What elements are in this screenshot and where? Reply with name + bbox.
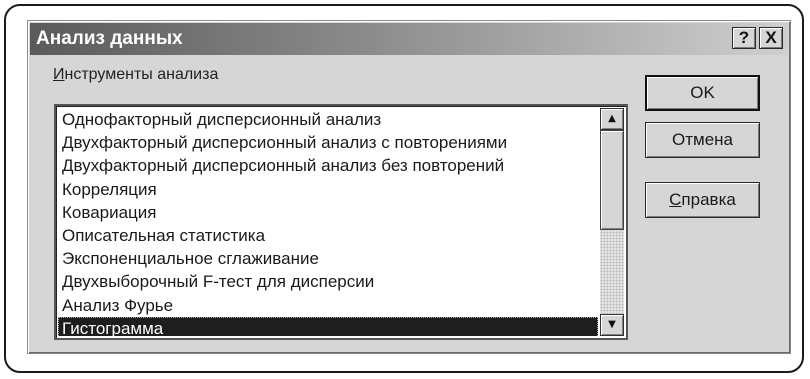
list-item[interactable]: Экспоненциальное сглаживание xyxy=(58,247,598,270)
tools-label: Инструменты анализа xyxy=(53,66,219,83)
list-item[interactable]: Двухфакторный дисперсионный анализ без п… xyxy=(58,154,598,177)
list-scrollbar[interactable]: ▲ ▼ xyxy=(600,108,624,336)
help-icon[interactable]: ? xyxy=(732,27,756,49)
dialog-title: Анализ данных xyxy=(36,28,183,49)
analysis-dialog: Анализ данных ? X Инструменты анализа Од… xyxy=(27,20,791,354)
list-item[interactable]: Однофакторный дисперсионный анализ xyxy=(58,108,598,131)
tools-listbox[interactable]: Однофакторный дисперсионный анализ Двухфа… xyxy=(54,104,628,340)
list-item[interactable]: Корреляция xyxy=(58,178,598,201)
close-icon[interactable]: X xyxy=(759,27,783,49)
list-item[interactable]: Анализ Фурье xyxy=(58,294,598,317)
list-item[interactable]: Ковариация xyxy=(58,201,598,224)
help-button[interactable]: Справка xyxy=(645,182,760,218)
list-item[interactable]: Двухвыборочный F-тест для дисперсии xyxy=(58,270,598,293)
list-item[interactable]: Двухфакторный дисперсионный анализ с пов… xyxy=(58,131,598,154)
scroll-down-icon[interactable]: ▼ xyxy=(600,314,624,336)
scroll-up-icon[interactable]: ▲ xyxy=(600,108,624,130)
tools-list[interactable]: Однофакторный дисперсионный анализ Двухфа… xyxy=(58,108,598,336)
scroll-thumb[interactable] xyxy=(600,130,624,230)
ok-button[interactable]: OK xyxy=(645,75,760,111)
dialog-titlebar[interactable]: Анализ данных ? X xyxy=(30,23,788,55)
list-item[interactable]: Описательная статистика xyxy=(58,224,598,247)
list-item[interactable]: Гистограмма xyxy=(58,316,598,336)
cancel-button[interactable]: Отмена xyxy=(645,122,760,158)
